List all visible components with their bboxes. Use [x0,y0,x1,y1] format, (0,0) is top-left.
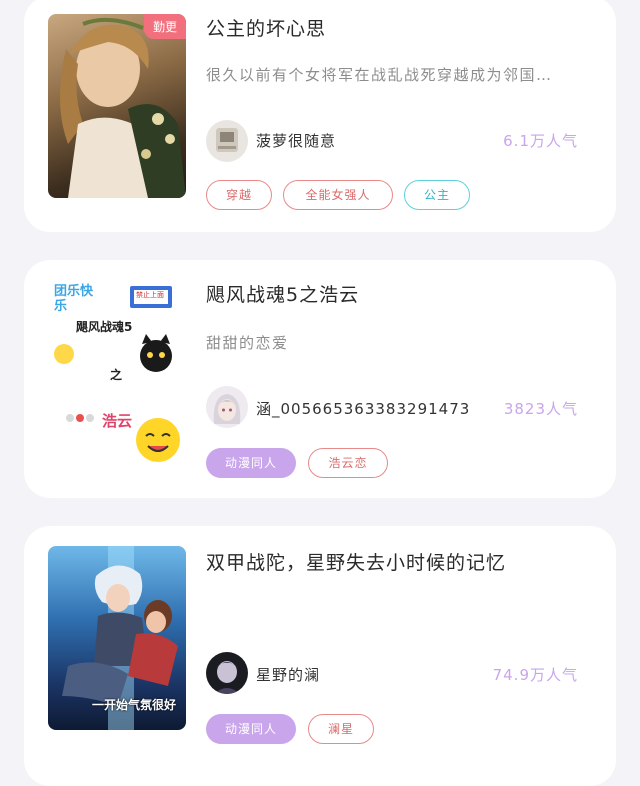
popularity-count: 3823人气 [503,400,578,418]
book-title[interactable]: 飓风战魂5之浩云 [206,280,359,307]
update-badge: 勤更 [143,14,186,39]
popularity-count: 74.9万人气 [492,666,578,684]
tag-chip[interactable]: 澜星 [308,714,374,744]
cover-text: 团乐快乐 [54,284,94,314]
tag-chip[interactable]: 公主 [404,180,470,210]
tag-chip[interactable]: 动漫同人 [206,714,296,744]
book-cover[interactable]: 一开始气氛很好 [48,546,186,730]
cover-text: 飓风战魂5 [76,320,133,334]
tag-chip[interactable]: 全能女强人 [283,180,393,210]
avatar-image [216,128,238,152]
tag-chip[interactable]: 浩云恋 [308,448,388,478]
cover-illustration [59,17,186,198]
book-card[interactable]: 团乐快乐 禁止上面 飓风战魂5 之 浩云 飓风战魂5之浩云 甜甜的恋爱 涵_00… [24,260,616,498]
popularity-count: 6.1万人气 [503,132,578,150]
book-description: 很久以前有个女将军在战乱战死穿越成为邻国… [206,66,553,84]
book-cover[interactable]: 团乐快乐 禁止上面 飓风战魂5 之 浩云 [48,278,186,462]
avatar-image [214,661,240,694]
cover-text: 禁止上面 [136,291,164,299]
author-name[interactable]: 菠萝很随意 [256,130,336,151]
book-card[interactable]: 一开始气氛很好 双甲战陀，星野失去小时候的记忆 星野的澜 74.9万人气 动漫同… [24,526,616,786]
author-name[interactable]: 星野的澜 [256,664,320,685]
author-avatar[interactable] [206,652,248,694]
cover-caption: 一开始气氛很好 [92,698,177,712]
book-description: 甜甜的恋爱 [206,334,289,352]
tag-chip[interactable]: 穿越 [206,180,272,210]
book-cover[interactable]: 勤更 [48,14,186,198]
author-avatar[interactable] [206,120,248,162]
author-avatar[interactable] [206,386,248,428]
book-card[interactable]: 勤更 公主的坏心思 很久以前有个女将军在战乱战死穿越成为邻国… 菠萝很随意 6.… [24,0,616,232]
cover-text: 之 [110,368,123,382]
book-title[interactable]: 双甲战陀，星野失去小时候的记忆 [206,548,506,575]
avatar-image [213,394,241,424]
tag-chip[interactable]: 动漫同人 [206,448,296,478]
book-title[interactable]: 公主的坏心思 [206,14,326,41]
cover-text: 浩云 [102,412,133,430]
author-name[interactable]: 涵_005665363383291473 [256,398,470,419]
